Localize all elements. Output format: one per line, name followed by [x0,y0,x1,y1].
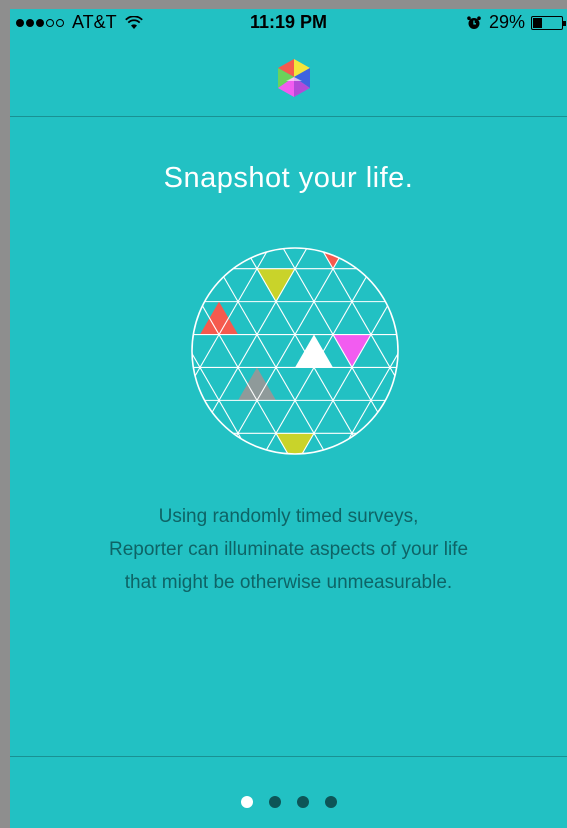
battery-icon [531,15,566,30]
status-bar: AT&T 11:19 PM 29% [10,9,567,39]
page-indicator [10,796,567,808]
header [10,39,567,117]
page-dot-1[interactable] [240,796,253,808]
footer [10,756,567,828]
status-right: 29% [467,12,566,33]
description-line: that might be otherwise unmeasurable. [124,572,453,593]
triangle-globe-icon [191,247,399,455]
globe-highlight-triangle [333,334,371,368]
globe-highlight-triangle [200,301,238,335]
globe-highlight-triangle [295,334,333,368]
alarm-icon [467,15,481,29]
page-dot-2[interactable] [268,796,281,808]
description-line: Using randomly timed surveys, [158,506,419,527]
description-line: Reporter can illuminate aspects of your … [108,539,469,560]
description: Using randomly timed surveys, Reporter c… [10,500,567,599]
globe-highlight-triangle [192,400,219,434]
page-dot-3[interactable] [296,796,309,808]
battery-fill [533,17,542,28]
globe-highlight-triangle [238,367,276,401]
app-logo-icon [278,59,310,97]
page-dot-4[interactable] [324,796,337,808]
onboarding-screen: AT&T 11:19 PM 29% Snapshot your life. Us… [10,9,567,828]
globe-highlight-triangle [257,268,295,302]
globe-highlight-triangle [314,248,352,269]
battery-nub [563,20,566,26]
page-title: Snapshot your life. [163,162,414,194]
battery-percent: 29% [488,12,525,32]
